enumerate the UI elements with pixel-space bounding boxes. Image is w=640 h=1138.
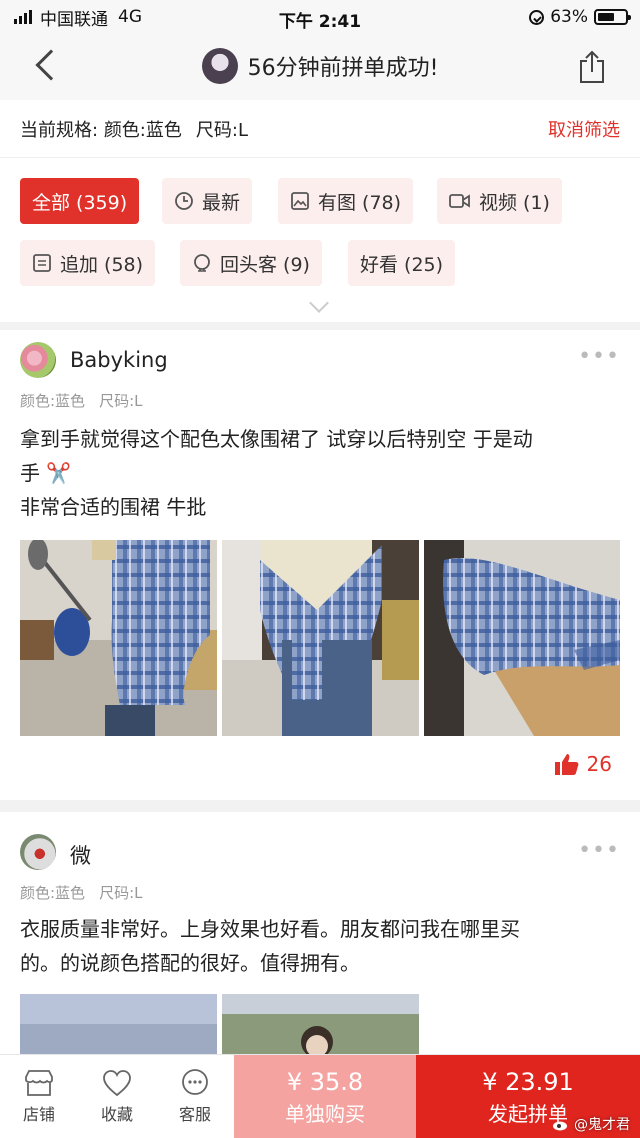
review-text: 拿到手就觉得这个配色太像围裙了 试穿以后特别空 于是动 手 ✂️ 非常合适的围裙… — [20, 427, 533, 519]
status-bar: 中国联通 4G 下午 2:41 63% — [0, 0, 640, 34]
service-tab[interactable]: 客服 — [156, 1055, 234, 1138]
store-icon — [25, 1069, 53, 1096]
video-icon — [449, 194, 470, 208]
image-icon — [291, 192, 309, 210]
like-count: 26 — [586, 752, 612, 776]
spec-label: 当前规格: 颜色:蓝色 — [20, 119, 182, 141]
rotation-lock-icon — [529, 9, 545, 25]
carrier-name: 中国联通 — [40, 9, 108, 30]
return-customer-icon — [194, 254, 210, 272]
filter-return-customer[interactable]: 回头客 (9) — [180, 240, 322, 286]
avatar[interactable] — [20, 834, 56, 870]
spec-bar: 当前规格: 颜色:蓝色 尺码:L 取消筛选 — [0, 100, 640, 158]
cancel-filter-button[interactable]: 取消筛选 — [548, 116, 620, 142]
signal-icon — [14, 10, 32, 24]
share-icon[interactable] — [578, 50, 606, 84]
note-icon — [33, 254, 51, 272]
review-photo[interactable] — [20, 994, 217, 1054]
review-username[interactable]: 微 — [70, 840, 91, 870]
watermark: @鬼才君 — [552, 1114, 630, 1134]
review-card: 微 ••• 颜色:蓝色 尺码:L 衣服质量非常好。上身效果也好看。朋友都问我在哪里… — [0, 812, 640, 1054]
chevron-down-icon[interactable] — [309, 293, 329, 313]
battery-icon — [594, 9, 631, 25]
avatar[interactable] — [20, 342, 56, 378]
filter-latest[interactable]: 最新 — [162, 178, 253, 224]
nav-bar: 56分钟前拼单成功! — [0, 34, 640, 100]
review-photo[interactable] — [222, 994, 419, 1054]
like-button[interactable]: 26 — [554, 752, 612, 776]
filter-good-looking[interactable]: 好看 (25) — [348, 240, 456, 286]
thumbs-up-icon — [554, 754, 578, 775]
heart-icon — [103, 1069, 131, 1096]
review-spec: 颜色:蓝色 尺码:L — [20, 392, 143, 410]
bottom-action-bar: 店铺 收藏 客服 ¥ 35.8 单独购买 ¥ 23.91 发起拼单 — [0, 1054, 640, 1138]
nav-title: 56分钟前拼单成功! — [247, 56, 439, 81]
review-photo[interactable] — [20, 540, 217, 736]
favorite-tab[interactable]: 收藏 — [78, 1055, 156, 1138]
network-type: 4G — [118, 7, 142, 27]
filter-all[interactable]: 全部 (359) — [20, 178, 140, 224]
weibo-icon — [553, 1121, 567, 1131]
filter-panel: 全部 (359) 最新 有图 (78) 视频 (1) 追加 (58) 回头客 (… — [0, 158, 640, 322]
review-photo[interactable] — [424, 540, 620, 736]
filter-video[interactable]: 视频 (1) — [437, 178, 562, 224]
spec-color: 颜色:蓝色 — [103, 119, 182, 141]
buyer-avatar — [201, 48, 238, 84]
review-photo[interactable] — [222, 540, 419, 736]
filter-with-images[interactable]: 有图 (78) — [278, 178, 414, 224]
battery-percent: 63% — [550, 7, 588, 27]
review-username[interactable]: Babyking — [70, 348, 168, 372]
review-text: 衣服质量非常好。上身效果也好看。朋友都问我在哪里买 的。的说颜色搭配的很好。值得… — [20, 917, 520, 975]
spec-size: 尺码:L — [195, 119, 248, 141]
buy-alone-button[interactable]: ¥ 35.8 单独购买 — [234, 1055, 416, 1138]
review-card: Babyking ••• 颜色:蓝色 尺码:L 拿到手就觉得这个配色太像围裙了 试… — [0, 330, 640, 800]
chat-icon — [182, 1068, 208, 1095]
filter-followup[interactable]: 追加 (58) — [20, 240, 156, 286]
review-spec: 颜色:蓝色 尺码:L — [20, 884, 143, 902]
more-options-icon[interactable]: ••• — [578, 838, 620, 863]
store-tab[interactable]: 店铺 — [0, 1055, 78, 1138]
more-options-icon[interactable]: ••• — [578, 344, 620, 369]
clock-icon — [175, 192, 193, 210]
